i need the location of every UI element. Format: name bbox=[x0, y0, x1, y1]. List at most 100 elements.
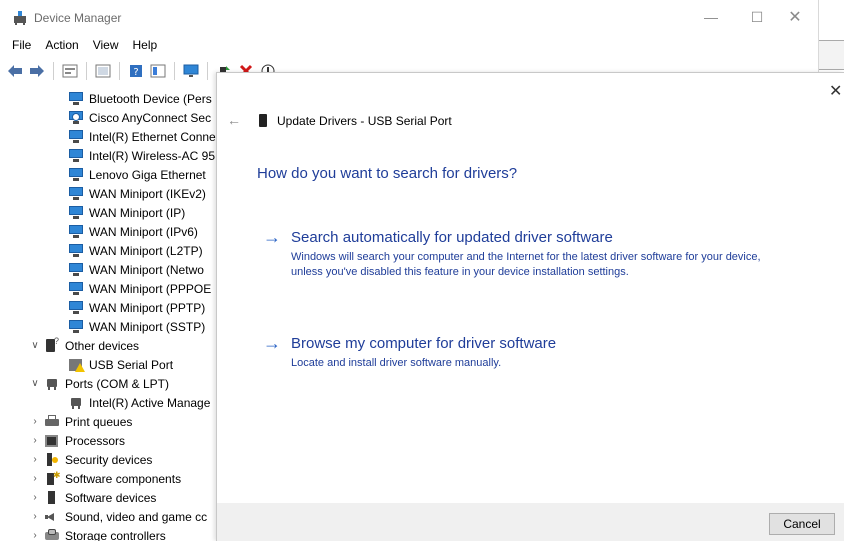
tree-item-label: Storage controllers bbox=[65, 528, 166, 541]
tree-item-usb-serial-port[interactable]: USB Serial Port bbox=[52, 355, 173, 374]
tree-item-label: Sound, video and game cc bbox=[65, 509, 208, 524]
window-title: Device Manager bbox=[34, 11, 122, 25]
properties-icon[interactable] bbox=[61, 62, 79, 80]
network-adapter-icon bbox=[68, 224, 84, 239]
speaker-icon bbox=[44, 510, 60, 524]
tree-item[interactable]: WAN Miniport (PPTP) bbox=[52, 298, 205, 317]
network-adapter-icon bbox=[68, 262, 84, 277]
tree-item-label: USB Serial Port bbox=[89, 357, 174, 372]
chevron-down-icon[interactable]: ∨ bbox=[28, 340, 42, 351]
tree-category-ports[interactable]: ∨ Ports (COM & LPT) bbox=[28, 374, 169, 393]
device-tree: Bluetooth Device (Pers Cisco AnyConnect … bbox=[0, 89, 220, 541]
usb-warning-icon bbox=[68, 358, 85, 372]
tree-item-label: WAN Miniport (Netwo bbox=[89, 262, 204, 277]
toolbar-separator bbox=[174, 62, 175, 80]
chevron-right-icon[interactable]: › bbox=[28, 511, 42, 522]
tree-category-sound[interactable]: › Sound, video and game cc bbox=[28, 507, 207, 526]
tree-item-label: Security devices bbox=[65, 452, 153, 467]
tree-item-label: WAN Miniport (IKEv2) bbox=[89, 186, 206, 201]
tree-item[interactable]: WAN Miniport (L2TP) bbox=[52, 241, 203, 260]
background-window-strip bbox=[819, 40, 844, 70]
tree-item-label: WAN Miniport (L2TP) bbox=[89, 243, 203, 258]
tree-category-other-devices[interactable]: ∨? Other devices bbox=[28, 336, 139, 355]
tree-item-label: Intel(R) Ethernet Conne bbox=[89, 129, 216, 144]
monitor-icon[interactable] bbox=[182, 62, 200, 80]
tree-item-label: Bluetooth Device (Pers bbox=[89, 91, 212, 106]
minimize-button[interactable]: — bbox=[688, 0, 734, 34]
option-description: Windows will search your computer and th… bbox=[291, 251, 761, 278]
update-drivers-dialog: ✕ ← Update Drivers - USB Serial Port How… bbox=[216, 72, 844, 541]
svg-text:?: ? bbox=[133, 67, 138, 78]
chevron-right-icon[interactable]: › bbox=[28, 454, 42, 465]
tree-category-software-devices[interactable]: › Software devices bbox=[28, 488, 156, 507]
tree-item[interactable]: Intel(R) Ethernet Conne bbox=[52, 127, 216, 146]
chevron-right-icon[interactable]: › bbox=[28, 416, 42, 427]
option-description: Locate and install driver software manua… bbox=[291, 357, 502, 369]
tree-item[interactable]: WAN Miniport (IPv6) bbox=[52, 222, 198, 241]
show-hidden-icon[interactable] bbox=[94, 62, 112, 80]
tree-item[interactable]: WAN Miniport (SSTP) bbox=[52, 317, 205, 336]
network-adapter-icon bbox=[68, 319, 84, 334]
network-adapter-icon bbox=[68, 148, 84, 163]
menu-file[interactable]: File bbox=[0, 36, 38, 56]
menu-view[interactable]: View bbox=[86, 36, 126, 56]
tree-category-processors[interactable]: › Processors bbox=[28, 431, 125, 450]
other-devices-icon: ? bbox=[44, 336, 60, 353]
chevron-right-icon[interactable]: › bbox=[28, 492, 42, 503]
chevron-right-icon[interactable]: › bbox=[28, 435, 42, 446]
tree-item[interactable]: Intel(R) Active Manage bbox=[52, 393, 210, 412]
view-icon[interactable] bbox=[149, 62, 167, 80]
back-button[interactable]: ← bbox=[227, 112, 241, 128]
tree-item-label: Lenovo Giga Ethernet bbox=[89, 167, 206, 182]
chevron-right-icon[interactable]: › bbox=[28, 530, 42, 541]
tree-item[interactable]: Intel(R) Wireless-AC 95 bbox=[52, 146, 215, 165]
processor-icon bbox=[44, 434, 60, 448]
storage-icon bbox=[44, 528, 60, 541]
tree-item-label: Software devices bbox=[65, 490, 157, 505]
tree-item-label: Intel(R) Active Manage bbox=[89, 395, 211, 410]
forward-icon[interactable] bbox=[28, 62, 46, 80]
tree-category-storage[interactable]: › Storage controllers bbox=[28, 526, 166, 541]
software-device-icon bbox=[44, 490, 60, 505]
network-adapter-icon bbox=[68, 281, 84, 296]
menu-action[interactable]: Action bbox=[38, 36, 85, 56]
option-title[interactable]: Browse my computer for driver software bbox=[291, 335, 556, 352]
device-manager-icon bbox=[12, 10, 28, 26]
back-icon[interactable] bbox=[6, 62, 24, 80]
tree-item-label: WAN Miniport (PPPOE bbox=[89, 281, 212, 296]
toolbar-separator bbox=[86, 62, 87, 80]
tree-item[interactable]: WAN Miniport (IKEv2) bbox=[52, 184, 206, 203]
chevron-right-icon[interactable]: › bbox=[28, 473, 42, 484]
tree-category-software-components[interactable]: › ✱ Software components bbox=[28, 469, 181, 488]
tree-category-security-devices[interactable]: › Security devices bbox=[28, 450, 152, 469]
toolbar-separator bbox=[53, 62, 54, 80]
option-title[interactable]: Search automatically for updated driver … bbox=[291, 229, 613, 246]
tree-category-print-queues[interactable]: › Print queues bbox=[28, 412, 132, 431]
network-adapter-icon bbox=[68, 186, 84, 201]
network-adapter-icon bbox=[68, 91, 84, 106]
tree-item[interactable]: Lenovo Giga Ethernet bbox=[52, 165, 206, 184]
dialog-question: How do you want to search for drivers? bbox=[257, 165, 518, 182]
tree-item[interactable]: WAN Miniport (IP) bbox=[52, 203, 185, 222]
tree-item-label: Processors bbox=[65, 433, 126, 448]
help-icon[interactable]: ? bbox=[127, 62, 145, 80]
tree-item[interactable]: Bluetooth Device (Pers bbox=[52, 89, 212, 108]
tree-item[interactable]: Cisco AnyConnect Sec bbox=[52, 108, 211, 127]
network-adapter-icon bbox=[68, 129, 84, 144]
port-icon bbox=[44, 377, 60, 391]
tree-item[interactable]: WAN Miniport (Netwo bbox=[52, 260, 204, 279]
tree-item[interactable]: WAN Miniport (PPPOE bbox=[52, 279, 211, 298]
cancel-button[interactable]: Cancel bbox=[769, 513, 835, 535]
printer-icon bbox=[44, 414, 60, 429]
close-window-button[interactable]: ✕ bbox=[772, 0, 818, 34]
cisco-adapter-icon bbox=[68, 110, 84, 125]
dialog-footer: Cancel bbox=[217, 503, 844, 541]
network-adapter-icon bbox=[68, 300, 84, 315]
security-icon bbox=[44, 452, 60, 467]
tree-item-label: Software components bbox=[65, 471, 182, 486]
menu-help[interactable]: Help bbox=[126, 36, 165, 56]
network-adapter-icon bbox=[68, 167, 84, 182]
chevron-down-icon[interactable]: ∨ bbox=[28, 378, 42, 389]
close-dialog-button[interactable]: ✕ bbox=[829, 81, 842, 101]
menu-bar: File Action View Help bbox=[0, 36, 164, 56]
